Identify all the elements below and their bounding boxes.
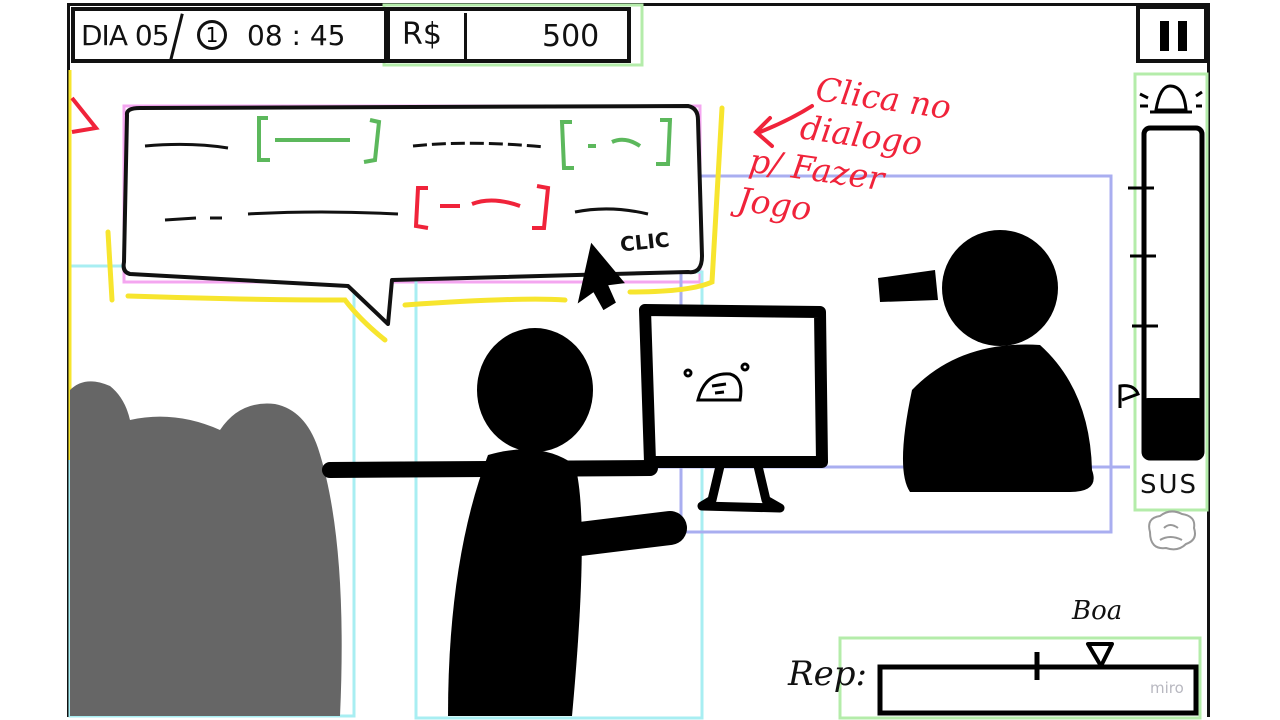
customer-body [902,344,1094,492]
player-head [477,328,593,452]
suspicion-label: SUS [1140,470,1199,500]
computer-monitor [639,304,828,468]
monitor-stand [697,464,785,513]
pause-icon-bar [1178,21,1187,51]
reputation-marker [1086,642,1114,668]
day-time-panel: DIA 05 1 08 : 45 [71,7,388,63]
suspicion-fill [1142,398,1204,456]
reputation-label: Rep: [788,654,867,694]
click-label: CLIC [618,227,671,257]
money-panel: R$ 500 [386,7,631,63]
day-label: DIA 05 [81,19,170,52]
reputation-marker-label: Boa [1072,596,1123,626]
pause-icon [1160,21,1169,51]
time-label: 08 : 45 [247,19,346,52]
slash-divider [169,13,184,61]
watermark: miro [1150,679,1184,697]
waiting-crowd [70,381,342,716]
alarm-light-icon [1139,84,1203,114]
pause-button[interactable] [1136,5,1208,63]
counter-edge [322,460,658,478]
clock-icon: 1 [197,20,227,50]
money-divider [464,13,467,59]
money-value: 500 [542,19,600,54]
left-arrow-icon [70,96,100,134]
player-arm [555,511,687,557]
currency-label: R$ [402,17,442,52]
player-body [448,449,582,716]
customer-cap [878,270,938,302]
brain-icon [1148,510,1196,551]
